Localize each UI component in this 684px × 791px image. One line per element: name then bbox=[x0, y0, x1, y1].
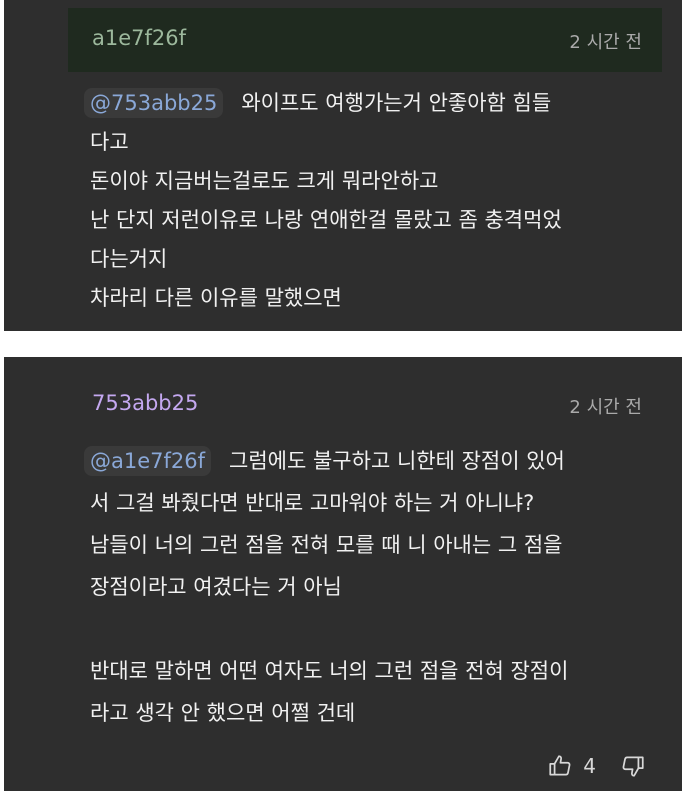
comment-body: @a1e7f26f 그럼에도 불구하고 니한테 장점이 있어 서 그걸 봐줬다면 … bbox=[84, 440, 658, 734]
comment-timestamp: 2 시간 전 bbox=[569, 397, 642, 418]
comment-card: 753abb25 2 시간 전 @a1e7f26f 그럼에도 불구하고 니한테 장… bbox=[4, 357, 682, 791]
comment-line: 라고 생각 안 했으면 어쩔 건데 bbox=[90, 701, 356, 725]
comment-line: 서 그걸 봐줬다면 반대로 고마워야 하는 거 아니냐? bbox=[90, 491, 535, 515]
comment-body: @753abb25 와이프도 여행가는거 안좋아함 힘들 다고 돈이야 지금버는걸… bbox=[84, 84, 658, 318]
comment-author[interactable]: 753abb25 bbox=[92, 391, 198, 415]
mention-link[interactable]: @753abb25 bbox=[84, 88, 224, 118]
thumbs-down-icon[interactable] bbox=[620, 753, 646, 779]
comment-line: 다는거지 bbox=[90, 247, 168, 271]
comment-line: 그럼에도 불구하고 니한테 장점이 있어 bbox=[229, 449, 565, 473]
comment-line: 장점이라고 여겼다는 거 아님 bbox=[90, 575, 342, 599]
comment-line: 반대로 말하면 어떤 여자도 너의 그런 점을 전혀 장점이 bbox=[90, 659, 569, 683]
comment-line: 다고 bbox=[90, 130, 129, 154]
comment-line: 돈이야 지금버는걸로도 크게 뭐라안하고 bbox=[90, 169, 439, 193]
mention-link[interactable]: @a1e7f26f bbox=[84, 446, 212, 476]
comment-line: 차라리 다른 이유를 말했으면 bbox=[90, 286, 342, 310]
comment-header: 753abb25 2 시간 전 bbox=[68, 365, 662, 429]
comment-line: 남들이 너의 그런 점을 전혀 모를 때 니 아내는 그 점을 bbox=[90, 533, 563, 557]
comment-timestamp: 2 시간 전 bbox=[569, 32, 642, 53]
comment-author[interactable]: a1e7f26f bbox=[92, 26, 186, 50]
comment-actions: 4 bbox=[547, 753, 646, 779]
comment-header: a1e7f26f 2 시간 전 bbox=[68, 8, 662, 72]
thumbs-up-icon[interactable] bbox=[547, 753, 573, 779]
comment-line: 난 단지 저런이유로 나랑 연애한걸 몰랐고 좀 충격먹었 bbox=[90, 208, 562, 232]
comment-line: 와이프도 여행가는거 안좋아함 힘들 bbox=[241, 91, 552, 115]
comment-card: a1e7f26f 2 시간 전 @753abb25 와이프도 여행가는거 안좋아함… bbox=[4, 0, 682, 331]
like-count: 4 bbox=[583, 754, 596, 778]
